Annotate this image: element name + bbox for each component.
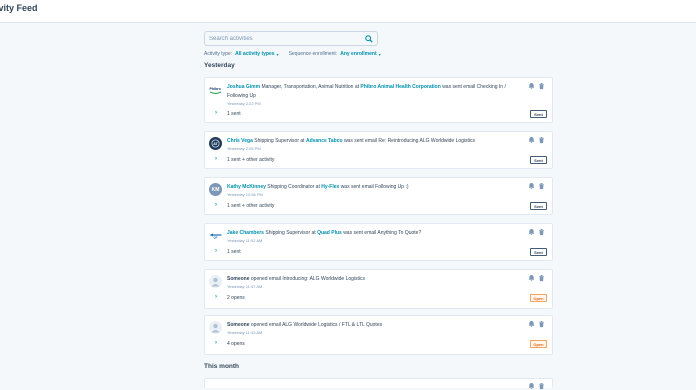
timestamp: Yesterday 11:43 AM <box>227 330 263 335</box>
company-link[interactable]: Advance Tabco <box>306 138 343 144</box>
quad-plus-logo: QP <box>209 229 222 242</box>
status-badge: Sent <box>530 248 547 256</box>
bell-icon[interactable] <box>528 320 535 328</box>
advance-tabco-logo: AT <box>209 137 222 150</box>
activity-card: KM Kathy McKinney Shipping Coordinator a… <box>204 177 553 215</box>
bell-icon[interactable] <box>528 228 535 236</box>
activity-summary: 1 sent + other activity <box>227 203 275 209</box>
status-badge: Open <box>530 340 547 348</box>
bell-icon[interactable] <box>528 274 535 282</box>
trash-icon[interactable] <box>538 82 545 90</box>
trash-icon[interactable] <box>538 274 545 282</box>
activity-description: Someone opened email Introducing: ALG Wo… <box>227 275 521 290</box>
search-icon[interactable] <box>365 35 373 43</box>
contact-name-link[interactable]: Jake Chambers <box>227 230 264 236</box>
search-input[interactable] <box>209 34 359 44</box>
contact-name: Someone <box>227 276 250 282</box>
chevron-down-icon[interactable]: ▾ <box>379 52 381 57</box>
trash-icon[interactable] <box>538 382 545 390</box>
activity-summary: 1 sent <box>227 111 241 117</box>
activity-summary: 4 opens <box>227 341 245 347</box>
trash-icon[interactable] <box>538 182 545 190</box>
activity-description: Someone opened email ALG Worldwide Logis… <box>227 321 521 336</box>
activity-summary: 1 sent + other activity <box>227 157 275 163</box>
activity-type-label: Activity type: <box>204 51 233 57</box>
activity-card: QP Jake Chambers Shipping Supervisor at … <box>204 223 553 261</box>
activity-card: Someone opened email ALG Worldwide Logis… <box>204 315 553 355</box>
activity-card: Phibro Joshua Gimm Manager, Transportati… <box>204 77 553 123</box>
bell-icon[interactable] <box>528 136 535 144</box>
chevron-right-icon[interactable]: › <box>215 340 217 346</box>
timestamp: Yesterday 12:56 PM <box>227 192 263 197</box>
chevron-down-icon[interactable]: ▾ <box>277 52 279 57</box>
top-bar: ivity Feed <box>0 0 696 23</box>
activity-summary: 1 sent <box>227 249 241 255</box>
contact-name-link[interactable]: Chris Vega <box>227 138 253 144</box>
section-header-this-month: This month <box>204 363 240 370</box>
email-subject: Introducing: ALG Worldwide Logistics <box>282 276 366 282</box>
status-badge: Sent <box>530 110 547 118</box>
activity-description: Joshua Gimm Manager, Transportation, Ani… <box>227 83 521 107</box>
svg-text:QP: QP <box>214 236 218 240</box>
contact-name-link[interactable]: Joshua Gimm <box>227 84 260 90</box>
chevron-right-icon[interactable]: › <box>215 202 217 208</box>
bell-icon[interactable] <box>528 182 535 190</box>
chevron-right-icon[interactable]: › <box>215 156 217 162</box>
email-subject: Following Up :) <box>375 184 409 190</box>
person-icon <box>209 321 222 334</box>
timestamp: Yesterday 2:22 PM <box>227 101 261 106</box>
activity-description: Jake Chambers Shipping Supervisor at Qua… <box>227 229 521 244</box>
search-box[interactable] <box>204 31 378 46</box>
trash-icon[interactable] <box>538 320 545 328</box>
section-header-yesterday: Yesterday <box>204 62 235 69</box>
email-subject: Anything To Quote? <box>377 230 422 236</box>
phibro-logo: Phibro <box>209 83 222 96</box>
trash-icon[interactable] <box>538 228 545 236</box>
person-icon <box>209 275 222 288</box>
chevron-right-icon[interactable]: › <box>215 110 217 116</box>
trash-icon[interactable] <box>538 136 545 144</box>
bell-icon[interactable] <box>528 382 535 390</box>
sequence-enrollment-dropdown[interactable]: Any enrollment <box>340 51 376 57</box>
status-badge: Sent <box>530 156 547 164</box>
activity-description: Kathy McKinney Shipping Coordinator at H… <box>227 183 521 198</box>
status-badge: Sent <box>530 202 547 210</box>
timestamp: Yesterday 2:05 PM <box>227 146 261 151</box>
activity-summary: 2 opens <box>227 295 245 301</box>
contact-name-link[interactable]: Kathy McKinney <box>227 184 266 190</box>
chevron-right-icon[interactable]: › <box>215 248 217 254</box>
page-title: ivity Feed <box>0 3 38 13</box>
activity-type-dropdown[interactable]: All activity types <box>235 51 274 57</box>
company-link[interactable]: Quad Plus <box>317 230 342 236</box>
bell-icon[interactable] <box>528 82 535 90</box>
activity-description: Chris Vega Shipping Supervisor at Advanc… <box>227 137 521 152</box>
status-badge: Open <box>530 294 547 302</box>
chevron-right-icon[interactable]: › <box>215 294 217 300</box>
avatar: KM <box>209 183 222 196</box>
svg-text:AT: AT <box>213 142 218 146</box>
email-subject: Re: Reintroducing ALG Worldwide Logistic… <box>378 138 476 144</box>
timestamp: Yesterday 11:47 AM <box>227 284 263 289</box>
activity-card: Someone opened email Introducing: ALG Wo… <box>204 269 553 309</box>
svg-text:Phibro: Phibro <box>210 87 222 91</box>
timestamp: Yesterday 11:52 AM <box>227 238 263 243</box>
sequence-enrollment-label: Sequence enrollment: <box>288 51 338 57</box>
filter-bar: Activity type: All activity types ▾ Sequ… <box>204 50 381 58</box>
company-link[interactable]: Hy-Flex <box>321 184 339 190</box>
company-link[interactable]: Phibro Animal Health Corporation <box>360 84 440 90</box>
email-subject: ALG Worldwide Logistics / FTL & LTL Quot… <box>282 322 383 328</box>
activity-card <box>204 378 553 390</box>
activity-card: AT Chris Vega Shipping Supervisor at Adv… <box>204 131 553 169</box>
contact-name: Someone <box>227 322 250 328</box>
